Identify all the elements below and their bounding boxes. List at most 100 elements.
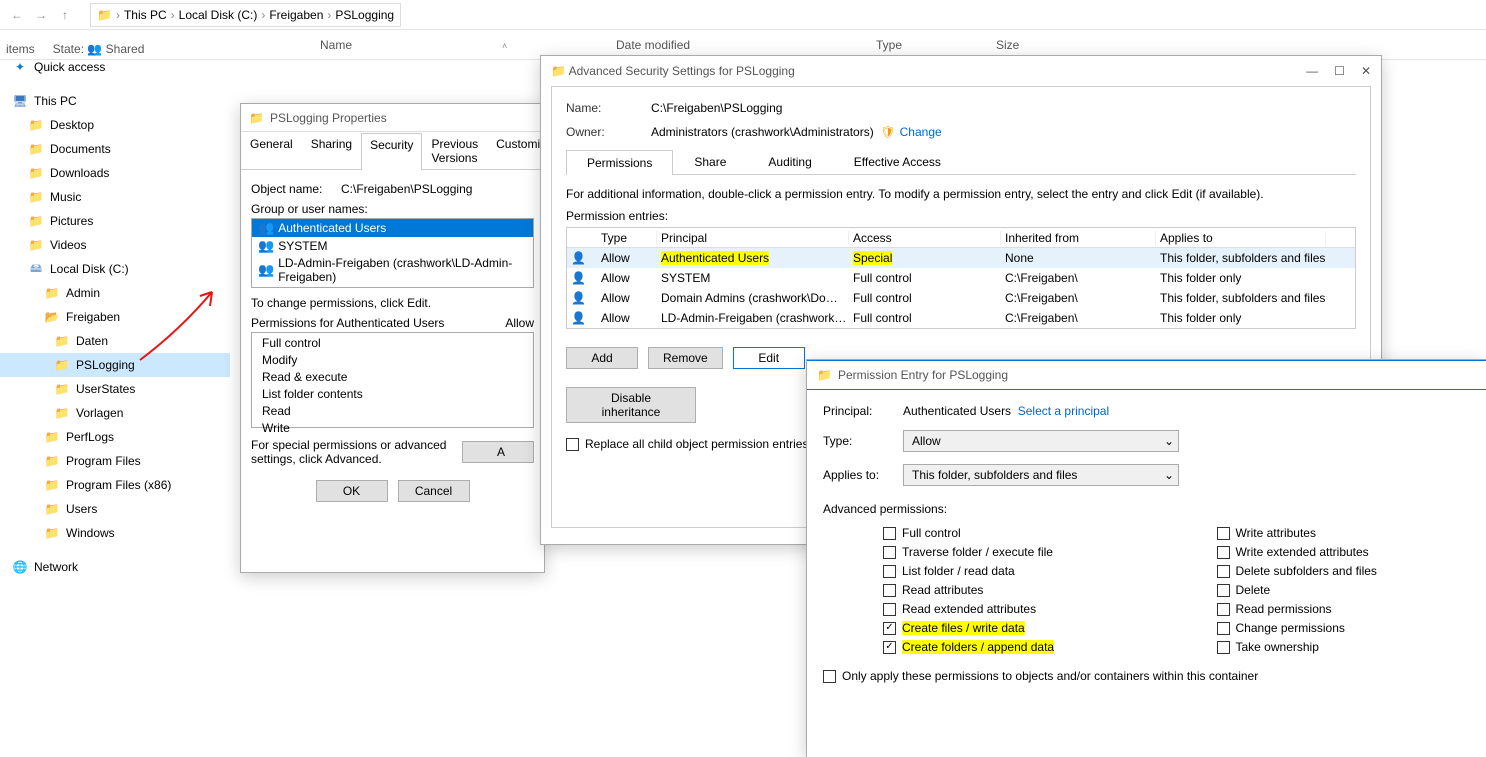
list-item[interactable]: 👥Domain Admins (crashwork\Domain Admins) [252,285,533,288]
tree-item[interactable]: 📁Windows [0,521,230,545]
checkbox-label: Full control [902,526,961,540]
tree-item[interactable]: 📁PSLogging [0,353,230,377]
checkbox[interactable] [1217,603,1230,616]
back-icon[interactable]: ← [10,8,24,22]
tab-effective-access[interactable]: Effective Access [833,149,962,174]
col-header[interactable]: Applies to [1156,231,1326,245]
checkbox[interactable] [1217,622,1230,635]
checkbox[interactable] [883,527,896,540]
checkbox[interactable] [1217,527,1230,540]
crumb-1[interactable]: Local Disk (C:) [179,8,258,22]
tab-permissions[interactable]: Permissions [566,150,673,175]
checkbox[interactable] [1217,565,1230,578]
type-label: Type: [823,434,903,448]
col-header[interactable]: Principal [657,231,849,245]
col-date[interactable]: Date modified [616,38,876,52]
col-header[interactable]: Type [597,231,657,245]
remove-button[interactable]: Remove [648,347,723,369]
folder-icon: 📁 [28,141,44,157]
breadcrumb[interactable]: 📁 › This PC › Local Disk (C:) › Freigabe… [90,3,401,27]
tree-item[interactable]: 📁Daten [0,329,230,353]
checkbox[interactable] [883,584,896,597]
perm-header: Permissions for Authenticated Users [251,316,444,330]
tab-sharing[interactable]: Sharing [302,132,361,169]
minimize-icon[interactable]: — [1306,64,1318,78]
perm-checkbox-row: List folder / read data [883,564,1137,578]
tree-item[interactable]: 📁Documents [0,137,230,161]
tree-item[interactable]: 📁UserStates [0,377,230,401]
tab-previous-versions[interactable]: Previous Versions [422,132,487,169]
checkbox[interactable] [883,603,896,616]
tree-item[interactable]: 📁Program Files [0,449,230,473]
tree-item[interactable]: 📁Admin [0,281,230,305]
user-icon: 👤 [571,311,586,325]
table-row[interactable]: 👤AllowAuthenticated UsersSpecialNoneThis… [567,248,1355,268]
type-select[interactable]: Allow⌄ [903,430,1179,452]
list-item[interactable]: 👥Authenticated Users [252,219,533,237]
checkbox[interactable] [1217,546,1230,559]
advanced-button[interactable]: A [462,441,534,463]
col-size[interactable]: Size [996,38,1116,52]
ok-button[interactable]: OK [316,480,388,502]
edit-button[interactable]: Edit [733,347,805,369]
col-header[interactable]: Inherited from [1001,231,1156,245]
checkbox[interactable] [1217,584,1230,597]
up-icon[interactable]: ↑ [58,8,72,22]
crumb-2[interactable]: Freigaben [269,8,323,22]
table-row[interactable]: 👤AllowSYSTEMFull controlC:\Freigaben\Thi… [567,268,1355,288]
tree-item[interactable]: 📁Music [0,185,230,209]
folder-icon: 📁 [817,368,832,382]
perm-checkbox-row: Full control [883,526,1137,540]
list-item[interactable]: 👥SYSTEM [252,237,533,255]
tab-security[interactable]: Security [361,133,422,170]
tree-item[interactable]: 🖴Local Disk (C:) [0,257,230,281]
tab-auditing[interactable]: Auditing [747,149,832,174]
maximize-icon[interactable]: ☐ [1334,64,1345,78]
tree-item[interactable]: 🌐Network [0,555,230,579]
close-icon[interactable]: ✕ [1361,64,1371,78]
select-principal-link[interactable]: Select a principal [1018,404,1109,418]
add-button[interactable]: Add [566,347,638,369]
cell-applies: This folder, subfolders and files [1156,251,1326,265]
col-header[interactable]: Access [849,231,1001,245]
tree-item-label: Local Disk (C:) [50,262,129,276]
perm-checkbox-row: Traverse folder / execute file [883,545,1137,559]
tree-item[interactable]: 🖥This PC [0,89,230,113]
tree-item[interactable]: 📁Program Files (x86) [0,473,230,497]
tab-general[interactable]: General [241,132,302,169]
applies-select[interactable]: This folder, subfolders and files⌄ [903,464,1179,486]
crumb-3[interactable]: PSLogging [335,8,394,22]
tree-item[interactable]: 📁Users [0,497,230,521]
cancel-button[interactable]: Cancel [398,480,470,502]
col-type[interactable]: Type [876,38,996,52]
crumb-0[interactable]: This PC [124,8,167,22]
checkbox[interactable] [883,546,896,559]
group-list[interactable]: 👥Authenticated Users👥SYSTEM👥LD-Admin-Fre… [251,218,534,288]
only-apply-checkbox[interactable] [823,670,836,683]
tree-item[interactable]: 📂Freigaben [0,305,230,329]
tree-item[interactable]: 📁Videos [0,233,230,257]
dialog-title: 📁 PSLogging Properties [241,104,544,132]
table-row[interactable]: 👤AllowLD-Admin-Freigaben (crashwork…Full… [567,308,1355,328]
checkbox[interactable] [883,565,896,578]
col-name[interactable]: Name [320,38,352,52]
tree-item[interactable]: 📁Downloads [0,161,230,185]
tree-item-label: Videos [50,238,86,252]
name-label: Name: [566,101,651,115]
tree-item[interactable]: 📁Desktop [0,113,230,137]
list-item[interactable]: 👥LD-Admin-Freigaben (crashwork\LD-Admin-… [252,255,533,285]
tree-item[interactable]: 📁Pictures [0,209,230,233]
checkbox[interactable] [1217,641,1230,654]
replace-checkbox[interactable] [566,438,579,451]
table-row[interactable]: 👤AllowDomain Admins (crashwork\Do…Full c… [567,288,1355,308]
disable-inheritance-button[interactable]: Disable inheritance [566,387,696,423]
checkbox[interactable]: ✓ [883,641,896,654]
tree-item[interactable]: 📁Vorlagen [0,401,230,425]
checkbox-label: Write extended attributes [1236,545,1369,559]
tab-share[interactable]: Share [673,149,747,174]
forward-icon[interactable]: → [34,8,48,22]
permission-table[interactable]: TypePrincipalAccessInherited fromApplies… [566,227,1356,329]
change-link[interactable]: 🛡Change [880,125,941,139]
checkbox[interactable]: ✓ [883,622,896,635]
tree-item[interactable]: 📁PerfLogs [0,425,230,449]
